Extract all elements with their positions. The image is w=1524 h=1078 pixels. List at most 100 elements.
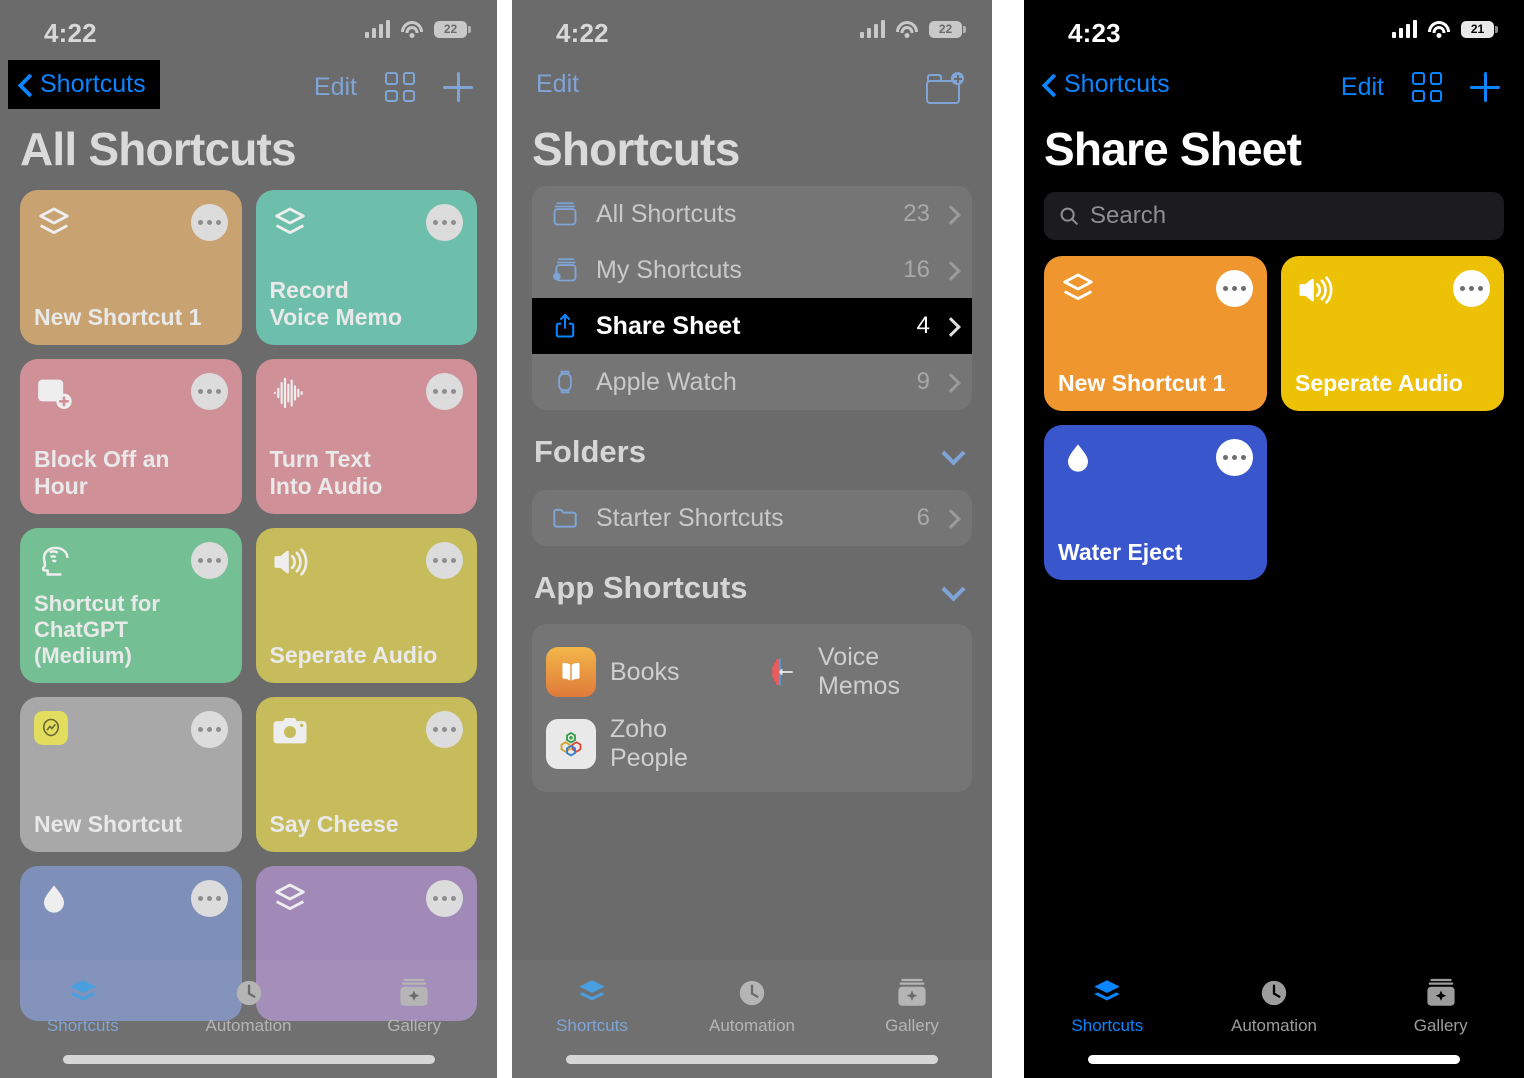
nav-bar: Shortcuts Edit (0, 60, 497, 122)
shortcut-tile[interactable]: Block Off an Hour (20, 359, 242, 514)
tab-shortcuts[interactable]: Shortcuts (0, 976, 166, 1036)
grid-view-icon[interactable] (385, 72, 415, 102)
magnifier-icon (1058, 205, 1080, 227)
brain-head-icon (34, 542, 74, 582)
plus-icon[interactable] (1470, 72, 1500, 102)
tile-more-button[interactable] (190, 711, 228, 748)
shortcut-tile[interactable]: Say Cheese (255, 697, 477, 852)
tile-more-button[interactable] (190, 880, 228, 917)
list-row-my-shortcuts[interactable]: My Shortcuts 16 (532, 242, 972, 298)
back-button[interactable]: Shortcuts (1032, 60, 1184, 109)
layers-icon (1058, 270, 1098, 310)
clock-icon (1255, 976, 1293, 1010)
folders-section-header[interactable]: Folders (512, 410, 992, 480)
app-shortcuts-grid: Books Voice Memos Zoho People (532, 624, 972, 792)
chevron-left-icon (1042, 73, 1056, 97)
app-cell-zoho-people[interactable]: Zoho People (546, 712, 750, 776)
cellular-bars-icon (860, 20, 885, 38)
tab-shortcuts[interactable]: Shortcuts (512, 976, 672, 1036)
edit-button-wrap[interactable]: Edit (526, 60, 593, 109)
shortcut-tile[interactable]: Shortcut for ChatGPT (Medium) (20, 528, 242, 683)
chevron-down-icon[interactable] (942, 581, 964, 595)
tile-more-button[interactable] (1453, 270, 1490, 307)
tab-label: Shortcuts (46, 1016, 119, 1035)
shortcut-tile[interactable]: Turn Text Into Audio (255, 359, 477, 514)
edit-button[interactable]: Edit (314, 73, 357, 102)
tab-automation[interactable]: Automation (166, 976, 332, 1036)
tile-label: New Shortcut 1 (1058, 370, 1226, 396)
nav-bar: Shortcuts Edit (1024, 60, 1524, 122)
tile-label: Record Voice Memo (269, 277, 403, 330)
panel-all-shortcuts: 4:22 22 Shortcuts Edit All Shortcuts New… (0, 0, 497, 1078)
my-shortcuts-icon (548, 253, 582, 287)
plus-icon[interactable] (443, 72, 473, 102)
home-indicator (62, 1055, 435, 1064)
list-row-all-shortcuts[interactable]: All Shortcuts 23 (532, 186, 972, 242)
shortcut-tile[interactable]: Water Eject (1044, 425, 1267, 580)
shortcut-tile[interactable]: Seperate Audio (255, 528, 477, 683)
folder-plus-icon[interactable] (926, 72, 964, 104)
folder-icon (548, 501, 582, 535)
status-time: 4:22 (556, 18, 609, 48)
tab-label: Gallery (885, 1016, 939, 1035)
list-row-share-sheet[interactable]: Share Sheet 4 (532, 298, 972, 354)
tile-more-button[interactable] (426, 542, 463, 579)
tab-gallery[interactable]: Gallery (331, 976, 497, 1036)
tab-gallery[interactable]: Gallery (832, 976, 992, 1036)
page-title: All Shortcuts (20, 123, 297, 175)
app-cell-books[interactable]: Books (546, 640, 750, 704)
shortcut-tile[interactable]: Record Voice Memo (255, 190, 477, 345)
tile-more-button[interactable] (190, 373, 228, 410)
layers-icon (64, 976, 102, 1010)
app-name: Zoho People (610, 715, 688, 772)
wifi-icon (896, 20, 918, 38)
tile-label: Seperate Audio (269, 642, 438, 668)
battery-percent: 21 (1470, 22, 1485, 36)
edit-button[interactable]: Edit (536, 70, 579, 99)
chevron-right-icon (944, 205, 954, 223)
layers-icon (270, 204, 310, 244)
shortcut-tile[interactable]: New Shortcut 1 (1044, 256, 1267, 411)
tab-gallery[interactable]: Gallery (1357, 976, 1524, 1036)
list-row-apple-watch[interactable]: Apple Watch 9 (532, 354, 972, 410)
tile-more-button[interactable] (1216, 270, 1253, 307)
tile-more-button[interactable] (426, 204, 463, 241)
edit-button[interactable]: Edit (1341, 73, 1384, 102)
shortcut-tile[interactable]: Seperate Audio (1281, 256, 1504, 411)
search-field[interactable]: Search (1044, 192, 1504, 240)
tab-shortcuts[interactable]: Shortcuts (1024, 976, 1191, 1036)
app-cell-voice-memos[interactable]: Voice Memos (754, 640, 958, 704)
tile-more-button[interactable] (190, 542, 228, 579)
row-label: My Shortcuts (596, 255, 742, 284)
tile-more-button[interactable] (426, 880, 463, 917)
battery-icon: 22 (434, 20, 471, 38)
tab-label: Automation (1231, 1016, 1317, 1035)
tab-label: Gallery (387, 1016, 442, 1035)
tab-automation[interactable]: Automation (1191, 976, 1358, 1036)
tile-more-button[interactable] (426, 373, 463, 410)
shortcut-tile[interactable]: New Shortcut (20, 697, 242, 852)
chevron-right-icon (944, 261, 954, 279)
row-label: Apple Watch (596, 367, 737, 396)
tile-label: Block Off an Hour (34, 446, 170, 499)
status-time: 4:23 (1068, 18, 1121, 48)
apple-watch-icon (548, 365, 582, 399)
back-button-label: Shortcuts (1064, 70, 1170, 98)
tile-more-button[interactable] (190, 204, 228, 241)
grid-view-icon[interactable] (1412, 72, 1442, 102)
chevron-down-icon[interactable] (942, 445, 964, 459)
tile-more-button[interactable] (426, 711, 463, 748)
back-button[interactable]: Shortcuts (8, 60, 160, 109)
row-count: 9 (916, 368, 930, 395)
app-shortcuts-section-header[interactable]: App Shortcuts (512, 546, 992, 616)
status-bar: 4:22 22 (0, 0, 497, 60)
zoho-people-app-icon (546, 719, 596, 769)
tile-more-button[interactable] (1216, 439, 1253, 476)
tab-automation[interactable]: Automation (672, 976, 832, 1036)
calendar-plus-icon (34, 373, 74, 413)
list-row-starter-shortcuts[interactable]: Starter Shortcuts 6 (532, 490, 972, 546)
gallery-sparkle-icon (893, 976, 931, 1010)
shortcut-tile[interactable]: New Shortcut 1 (20, 190, 242, 345)
row-count: 4 (916, 312, 930, 339)
panel-share-sheet: 4:23 21 Shortcuts Edit Share Sheet Searc… (1024, 0, 1524, 1078)
